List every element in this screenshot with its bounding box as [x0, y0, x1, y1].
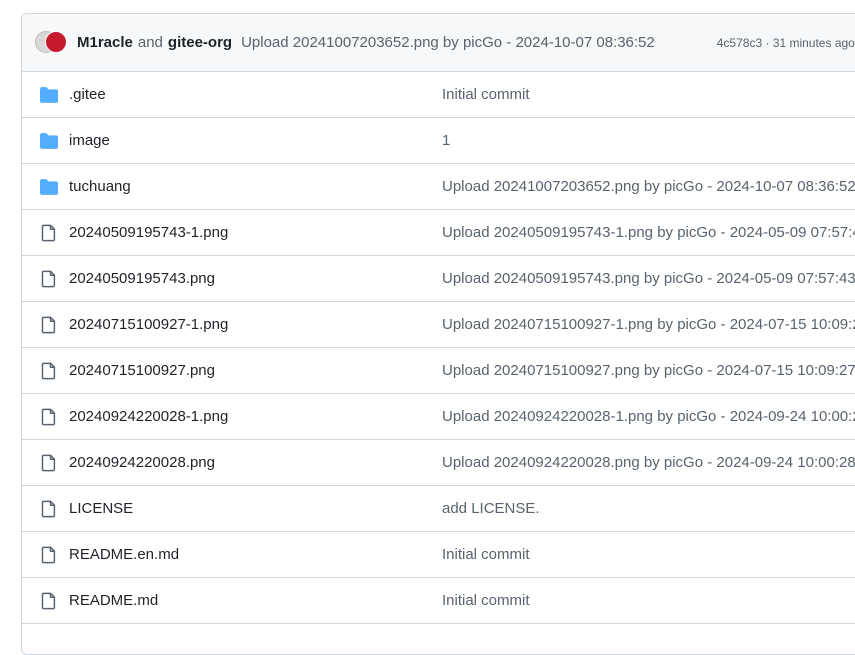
- file-row[interactable]: README.en.md Initial commit: [22, 532, 855, 578]
- file-commit-message-link[interactable]: Upload 20240509195743-1.png by picGo - 2…: [442, 224, 855, 241]
- folder-icon: [40, 132, 58, 150]
- file-name-link[interactable]: image: [69, 132, 110, 149]
- file-row[interactable]: 20240509195743-1.png Upload 2024050919574…: [22, 210, 855, 256]
- file-row[interactable]: README.md Initial commit: [22, 578, 855, 624]
- commit-author-link[interactable]: M1racle: [77, 34, 133, 51]
- file-row[interactable]: 20240715100927.png Upload 20240715100927.…: [22, 348, 855, 394]
- file-name-link[interactable]: .gitee: [69, 86, 106, 103]
- file-icon: [40, 454, 58, 472]
- file-name-link[interactable]: README.en.md: [69, 546, 179, 563]
- file-commit-message-link[interactable]: Upload 20240509195743.png by picGo - 202…: [442, 270, 855, 287]
- file-row[interactable]: LICENSE add LICENSE.: [22, 486, 855, 532]
- file-name-link[interactable]: README.md: [69, 592, 158, 609]
- commit-hash-time[interactable]: 4c578c3 · 31 minutes ago: [717, 36, 855, 50]
- file-name-link[interactable]: tuchuang: [69, 178, 131, 195]
- file-commit-message-link[interactable]: Upload 20240924220028.png by picGo - 202…: [442, 454, 855, 471]
- file-commit-message-link[interactable]: Upload 20240715100927-1.png by picGo - 2…: [442, 316, 855, 333]
- file-commit-message-link[interactable]: 1: [442, 132, 450, 149]
- file-commit-message-link[interactable]: Upload 20240924220028-1.png by picGo - 2…: [442, 408, 855, 425]
- file-list: .gitee Initial commit image 1 tuchuang Upload…: [22, 72, 855, 624]
- file-commit-message-link[interactable]: Initial commit: [442, 86, 530, 103]
- file-icon: [40, 316, 58, 334]
- commit-committer-link[interactable]: gitee-org: [168, 34, 232, 51]
- folder-icon: [40, 86, 58, 104]
- file-icon: [40, 224, 58, 242]
- file-commit-message-link[interactable]: Upload 20240715100927.png by picGo - 202…: [442, 362, 855, 379]
- file-name-link[interactable]: 20240924220028.png: [69, 454, 215, 471]
- file-name-link[interactable]: 20240509195743.png: [69, 270, 215, 287]
- file-row[interactable]: 20240715100927-1.png Upload 2024071510092…: [22, 302, 855, 348]
- file-row[interactable]: .gitee Initial commit: [22, 72, 855, 118]
- file-icon: [40, 270, 58, 288]
- latest-commit-bar: M1racle and gitee-org Upload 20241007203…: [22, 14, 855, 72]
- file-name-link[interactable]: LICENSE: [69, 500, 133, 517]
- file-row[interactable]: 20240509195743.png Upload 20240509195743.…: [22, 256, 855, 302]
- file-commit-message-link[interactable]: Initial commit: [442, 546, 530, 563]
- file-icon: [40, 408, 58, 426]
- commit-message-link[interactable]: Upload 20241007203652.png by picGo - 202…: [241, 34, 655, 51]
- file-icon: [40, 362, 58, 380]
- file-commit-message-link[interactable]: Initial commit: [442, 592, 530, 609]
- file-row[interactable]: tuchuang Upload 20241007203652.png by pic…: [22, 164, 855, 210]
- file-name-link[interactable]: 20240715100927.png: [69, 362, 215, 379]
- file-icon: [40, 500, 58, 518]
- file-icon: [40, 592, 58, 610]
- avatar[interactable]: [45, 30, 67, 53]
- file-name-link[interactable]: 20240924220028-1.png: [69, 408, 228, 425]
- folder-icon: [40, 178, 58, 196]
- file-name-link[interactable]: 20240509195743-1.png: [69, 224, 228, 241]
- file-icon: [40, 546, 58, 564]
- file-commit-message-link[interactable]: Upload 20241007203652.png by picGo - 202…: [442, 178, 855, 195]
- file-row[interactable]: 20240924220028.png Upload 20240924220028.…: [22, 440, 855, 486]
- file-commit-message-link[interactable]: add LICENSE.: [442, 500, 540, 517]
- file-row[interactable]: image 1: [22, 118, 855, 164]
- file-table: M1racle and gitee-org Upload 20241007203…: [21, 13, 855, 655]
- commit-author-separator: and: [137, 34, 163, 51]
- file-name-link[interactable]: 20240715100927-1.png: [69, 316, 228, 333]
- avatar-stack[interactable]: [35, 30, 69, 55]
- file-row[interactable]: 20240924220028-1.png Upload 2024092422002…: [22, 394, 855, 440]
